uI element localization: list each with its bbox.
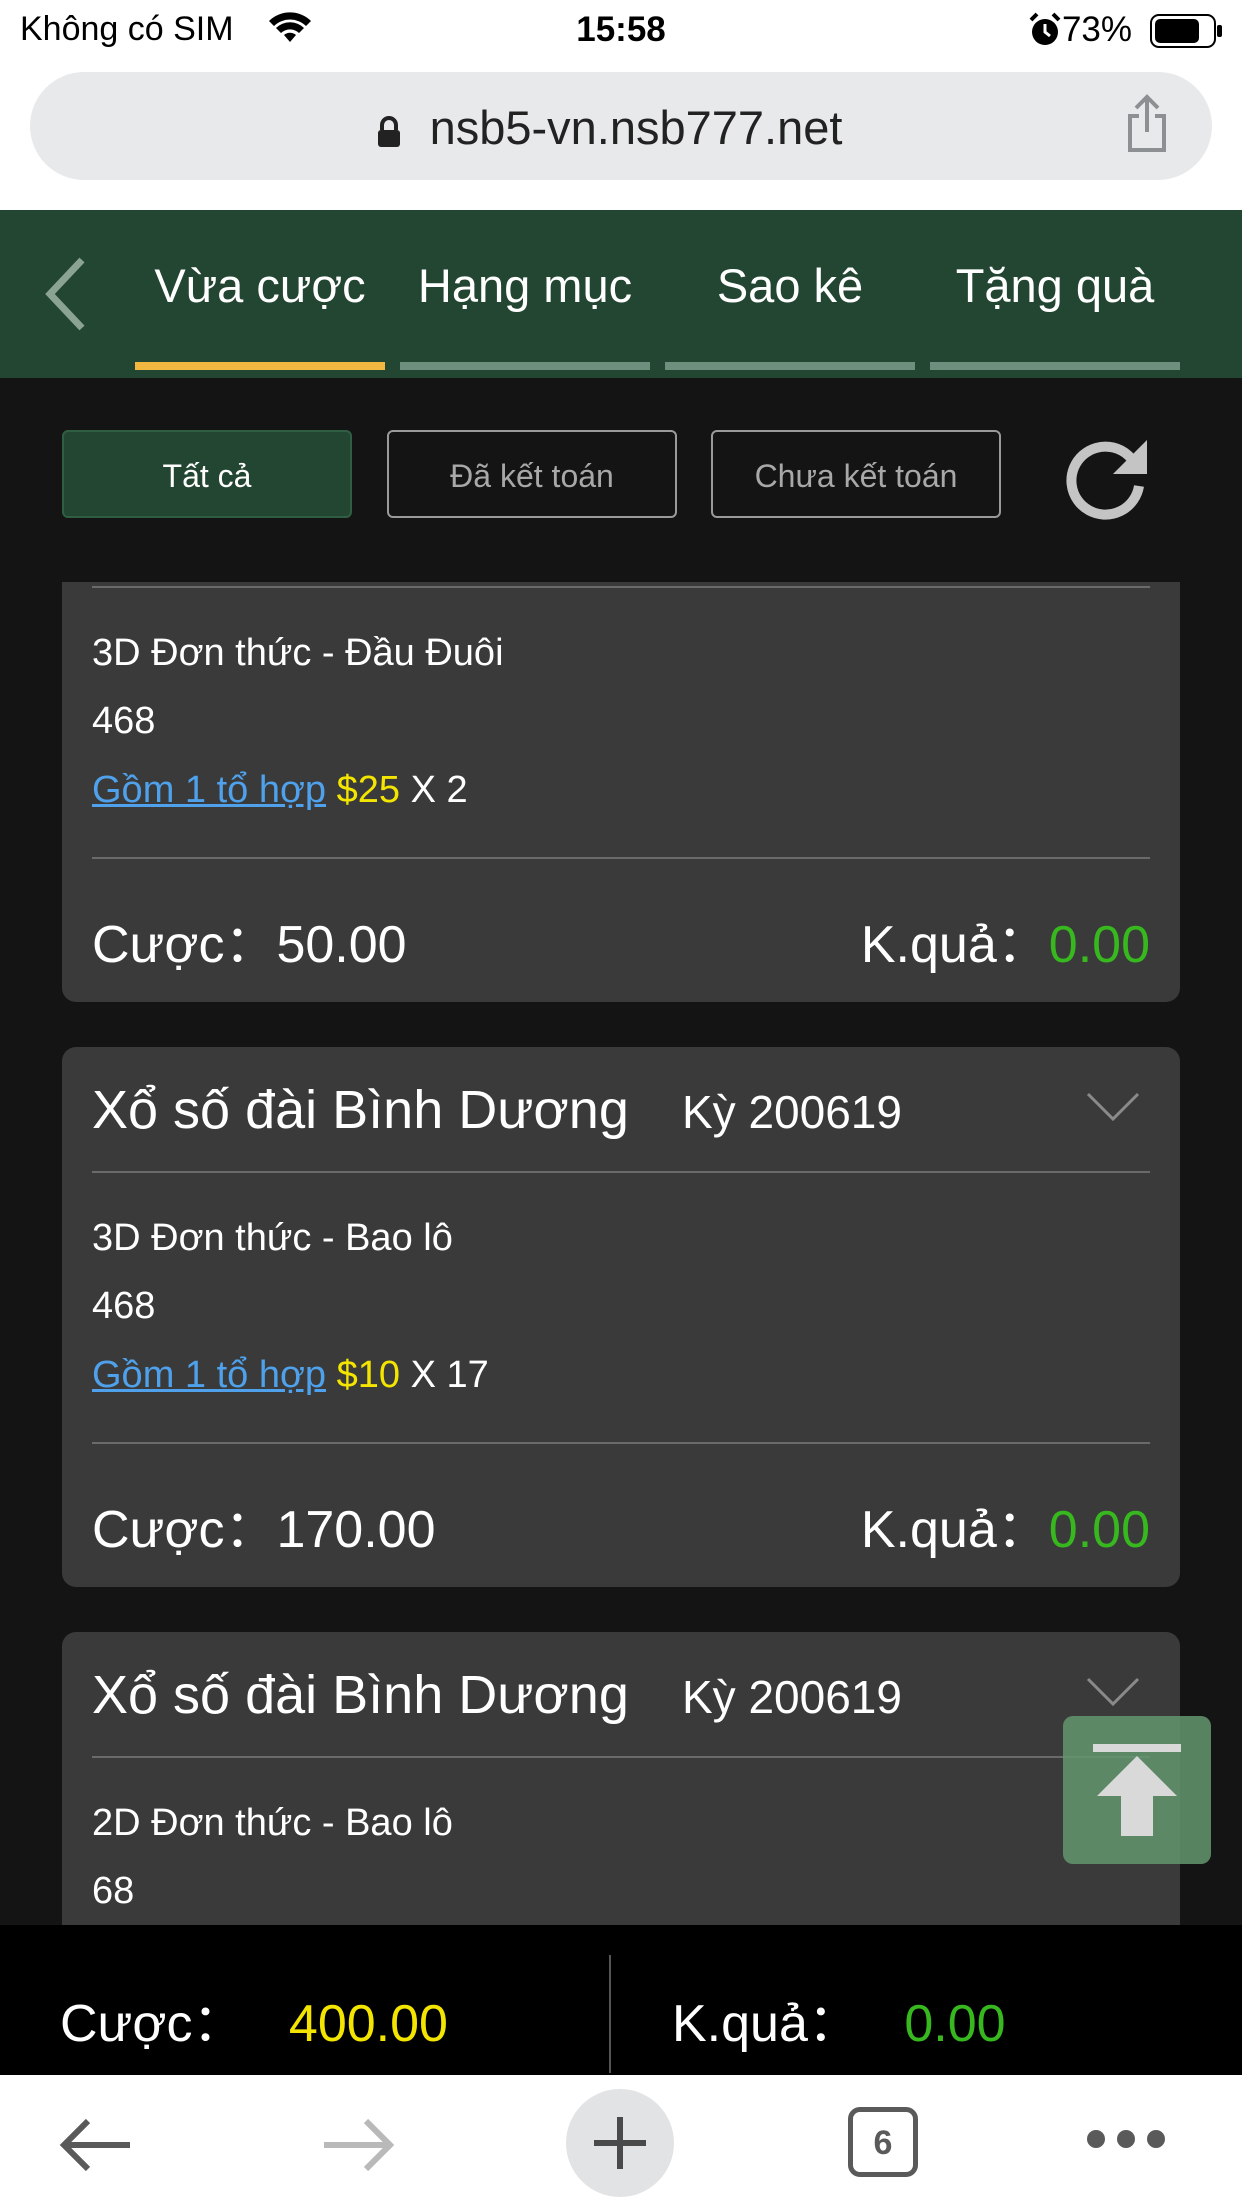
filter-unsettled-button[interactable]: Chưa kết toán xyxy=(711,430,1001,518)
browser-back-icon[interactable] xyxy=(56,2115,136,2175)
tab-indicator xyxy=(400,362,650,370)
arrow-up-icon xyxy=(1093,1744,1181,1836)
share-icon[interactable] xyxy=(1122,94,1172,154)
multiplier: X 17 xyxy=(410,1354,489,1396)
scroll-to-top-button[interactable] xyxy=(1063,1716,1211,1864)
period-label: Kỳ 200619 xyxy=(682,1671,902,1723)
tab-count-button[interactable]: 6 xyxy=(848,2107,918,2177)
combo-line: Gồm 1 tổ hợp $10 X 17 xyxy=(92,1354,489,1397)
status-bar: Không có SIM 15:58 73% xyxy=(0,0,1242,62)
result-amount: K.quả：0.00 xyxy=(861,902,1150,977)
total-result-label: K.quả： xyxy=(672,1995,860,2053)
bet-label: Cược： xyxy=(92,916,277,974)
result-label: K.quả： xyxy=(860,1501,1049,1559)
battery-icon xyxy=(1150,14,1222,48)
result-amount: K.quả：0.00 xyxy=(861,1487,1150,1562)
period-label: Kỳ 200619 xyxy=(682,1086,902,1138)
total-bet: Cược： 400.00 xyxy=(60,1981,448,2056)
summary-bar: Cược： 400.00 K.quả： 0.00 xyxy=(0,1925,1242,2075)
bet-type: 3D Đơn thức - Đầu Đuôi xyxy=(92,632,504,674)
bet-type: 2D Đơn thức - Bao lô xyxy=(92,1802,453,1844)
total-result-value: 0.00 xyxy=(904,1995,1006,2053)
bet-type: 3D Đơn thức - Bao lô xyxy=(92,1217,453,1259)
chevron-down-icon[interactable] xyxy=(1085,1091,1141,1123)
bet-value: 50.00 xyxy=(276,916,407,974)
battery-percent: 73% xyxy=(1061,10,1132,49)
back-chevron-icon[interactable] xyxy=(42,254,88,334)
lottery-title: Xổ số đài Bình Dương xyxy=(92,1665,629,1725)
browser-forward-icon[interactable] xyxy=(318,2115,398,2175)
tab-indicator xyxy=(930,362,1180,370)
tab-indicator-active xyxy=(135,362,385,370)
tab-statement[interactable]: Sao kê xyxy=(665,258,915,328)
filter-all-button[interactable]: Tất cả xyxy=(62,430,352,518)
summary-divider xyxy=(609,1955,611,2073)
result-label: K.quả： xyxy=(860,916,1049,974)
bet-number: 468 xyxy=(92,700,156,742)
bet-card: Xổ số đài Bình Dương Kỳ 200619 2D Đơn th… xyxy=(62,1632,1180,1925)
new-tab-button[interactable] xyxy=(566,2089,674,2197)
lottery-title: Xổ số đài Bình Dương xyxy=(92,1080,629,1140)
divider xyxy=(92,1756,1150,1758)
result-value: 0.00 xyxy=(1048,1501,1150,1559)
multiplier: X 2 xyxy=(410,769,468,811)
url-text: nsb5-vn.nsb777.net xyxy=(429,101,843,154)
top-nav: Vừa cược Hạng mục Sao kê Tặng quà xyxy=(0,210,1242,378)
filter-settled-button[interactable]: Đã kết toán xyxy=(387,430,677,518)
plus-icon xyxy=(594,2117,646,2169)
result-value: 0.00 xyxy=(1048,916,1150,974)
bet-number: 468 xyxy=(92,1285,156,1327)
refresh-icon[interactable] xyxy=(1055,428,1155,528)
unit-amount: $10 xyxy=(336,1354,400,1396)
unit-amount: $25 xyxy=(336,769,400,811)
more-icon[interactable] xyxy=(1084,2127,1168,2151)
tab-recent-bets[interactable]: Vừa cược xyxy=(135,258,385,328)
bet-value: 170.00 xyxy=(276,1501,436,1559)
bet-amount: Cược：50.00 xyxy=(92,902,407,977)
bet-list[interactable]: 3D Đơn thức - Đầu Đuôi 468 Gồm 1 tổ hợp … xyxy=(0,582,1242,1925)
tab-categories[interactable]: Hạng mục xyxy=(400,258,650,328)
bet-card: 3D Đơn thức - Đầu Đuôi 468 Gồm 1 tổ hợp … xyxy=(62,582,1180,1002)
divider xyxy=(92,857,1150,859)
alarm-icon xyxy=(1029,12,1061,45)
browser-address-area: nsb5-vn.nsb777.net xyxy=(0,62,1242,210)
divider xyxy=(92,1171,1150,1173)
total-bet-label: Cược： xyxy=(60,1995,245,2053)
bet-card: Xổ số đài Bình Dương Kỳ 200619 3D Đơn th… xyxy=(62,1047,1180,1587)
total-bet-value: 400.00 xyxy=(288,1995,448,2053)
total-result: K.quả： 0.00 xyxy=(672,1981,1006,2056)
bet-label: Cược： xyxy=(92,1501,277,1559)
combo-line: Gồm 1 tổ hợp $25 X 2 xyxy=(92,769,468,812)
divider xyxy=(92,1442,1150,1444)
address-bar[interactable]: nsb5-vn.nsb777.net xyxy=(30,72,1212,180)
tab-gifts[interactable]: Tặng quà xyxy=(930,258,1180,328)
bet-number: 68 xyxy=(92,1870,135,1912)
combo-link[interactable]: Gồm 1 tổ hợp xyxy=(92,1354,326,1396)
divider xyxy=(92,586,1150,588)
chevron-down-icon[interactable] xyxy=(1085,1676,1141,1708)
combo-link[interactable]: Gồm 1 tổ hợp xyxy=(92,769,326,811)
bet-amount: Cược：170.00 xyxy=(92,1487,436,1562)
browser-toolbar: 6 xyxy=(0,2075,1242,2208)
tab-indicator xyxy=(665,362,915,370)
